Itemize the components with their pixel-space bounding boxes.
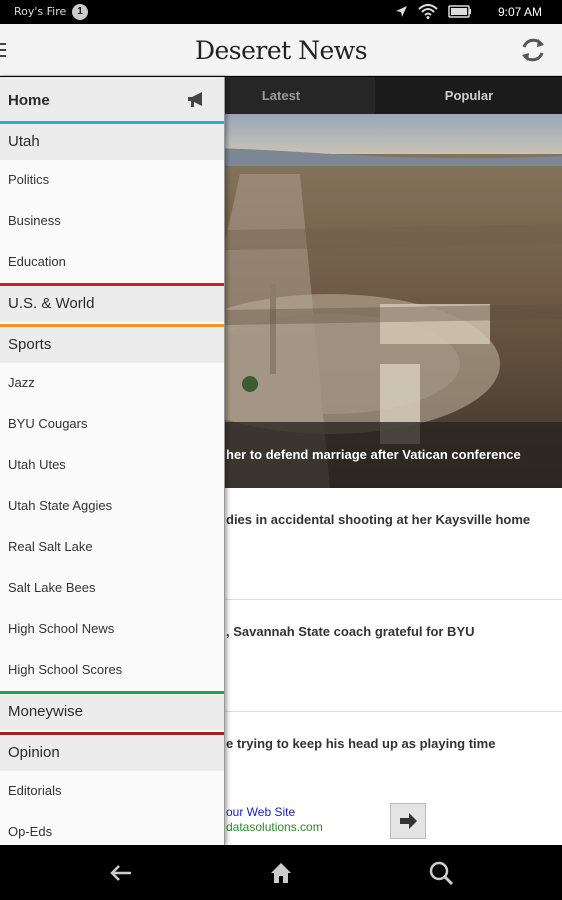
- drawer-item-label: Utah State Aggies: [8, 498, 113, 513]
- drawer-item-jazz[interactable]: Jazz: [0, 363, 224, 404]
- ad-arrow-button[interactable]: [390, 803, 426, 839]
- drawer-section-label: Utah: [8, 133, 40, 150]
- ad-url: datasolutions.com: [226, 820, 323, 834]
- drawer-section-label: U.S. & World: [8, 295, 95, 312]
- status-bar: Roy's Fire 1 9:07 AM: [0, 0, 562, 24]
- drawer-item-label: Education: [8, 254, 66, 269]
- notification-label: Roy's Fire: [14, 5, 67, 18]
- home-icon[interactable]: [267, 859, 295, 887]
- drawer-item-utah-utes[interactable]: Utah Utes: [0, 445, 224, 486]
- back-icon[interactable]: [107, 859, 135, 887]
- location-icon: [396, 5, 407, 17]
- story-headline: e trying to keep his head up as playing …: [226, 736, 496, 751]
- status-time: 9:07 AM: [497, 5, 542, 19]
- drawer-item-education[interactable]: Education: [0, 242, 224, 283]
- tab-popular[interactable]: Popular: [376, 77, 562, 114]
- drawer-item-label: Op-Eds: [8, 824, 53, 839]
- drawer-item-label: Jazz: [8, 375, 35, 390]
- drawer-home[interactable]: Home: [0, 77, 224, 121]
- drawer-section-us-world[interactable]: U.S. & World: [0, 286, 224, 322]
- status-icons: [395, 4, 472, 19]
- drawer-item-byu-cougars[interactable]: BYU Cougars: [0, 404, 224, 445]
- drawer-section-sports[interactable]: Sports: [0, 327, 224, 363]
- drawer-item-label: Editorials: [8, 783, 62, 798]
- story-headline: dies in accidental shooting at her Kaysv…: [226, 512, 531, 527]
- drawer-item-label: Real Salt Lake: [8, 539, 93, 554]
- megaphone-icon[interactable]: [186, 91, 206, 109]
- notification-count-badge: 1: [72, 4, 88, 20]
- system-nav-bar: [0, 845, 562, 900]
- battery-icon: [448, 5, 471, 18]
- drawer-item-label: High School News: [8, 621, 115, 636]
- story-headline: , Savannah State coach grateful for BYU: [226, 624, 475, 639]
- refresh-icon[interactable]: [518, 35, 548, 65]
- drawer-item-label: BYU Cougars: [8, 416, 88, 431]
- drawer-item-label: Politics: [8, 172, 50, 187]
- hero-headline: her to defend marriage after Vatican con…: [226, 447, 521, 462]
- drawer-item-high-school-news[interactable]: High School News: [0, 609, 224, 650]
- drawer-item-politics[interactable]: Politics: [0, 160, 224, 201]
- search-icon[interactable]: [427, 859, 455, 887]
- drawer-item-label: High School Scores: [8, 662, 123, 677]
- drawer-item-label: Business: [8, 213, 61, 228]
- arrow-right-icon: [400, 813, 417, 829]
- ad-title: our Web Site: [226, 805, 296, 819]
- drawer-section-moneywise[interactable]: Moneywise: [0, 694, 224, 730]
- drawer-section-utah[interactable]: Utah: [0, 124, 224, 160]
- drawer-item-high-school-scores[interactable]: High School Scores: [0, 650, 224, 691]
- drawer-section-label: Sports: [8, 336, 52, 353]
- drawer-item-label: Salt Lake Bees: [8, 580, 96, 595]
- drawer-item-op-eds[interactable]: Op-Eds: [0, 812, 224, 845]
- drawer-item-real-salt-lake[interactable]: Real Salt Lake: [0, 527, 224, 568]
- drawer-section-label: Opinion: [8, 744, 60, 761]
- drawer-section-label: Moneywise: [8, 703, 84, 720]
- app-bar: Deseret News: [0, 24, 562, 76]
- drawer-section-opinion[interactable]: Opinion: [0, 735, 224, 771]
- wifi-icon: [418, 4, 438, 19]
- app-logo: Deseret News: [194, 36, 368, 65]
- drawer-item-editorials[interactable]: Editorials: [0, 771, 224, 812]
- drawer-item-utah-state-aggies[interactable]: Utah State Aggies: [0, 486, 224, 527]
- drawer-item-label: Utah Utes: [8, 457, 66, 472]
- drawer-item-business[interactable]: Business: [0, 201, 224, 242]
- drawer-item-salt-lake-bees[interactable]: Salt Lake Bees: [0, 568, 224, 609]
- drawer-home-label: Home: [8, 92, 50, 109]
- navigation-drawer: Home Utah Politics Business Education U.…: [0, 77, 225, 845]
